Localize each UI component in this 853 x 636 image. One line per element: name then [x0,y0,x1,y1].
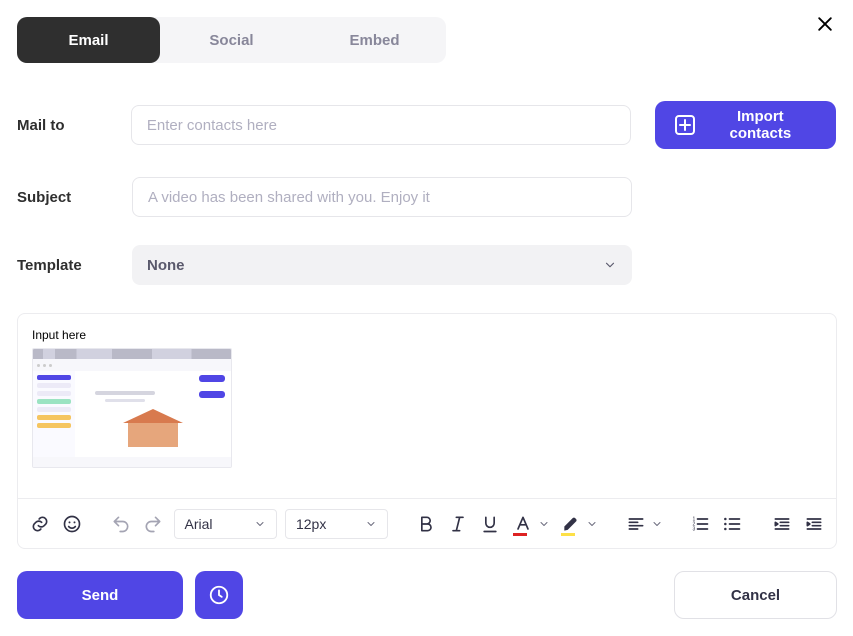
cancel-button[interactable]: Cancel [674,571,837,619]
chevron-down-icon [651,518,663,530]
font-size-select[interactable]: 12px [285,509,388,539]
svg-text:3: 3 [693,526,696,532]
ordered-list-icon: 123 [690,514,710,534]
unordered-list-icon [722,514,742,534]
align-button[interactable] [623,511,663,537]
tab-email[interactable]: Email [17,17,160,63]
tab-social[interactable]: Social [160,17,303,63]
ordered-list-button[interactable]: 123 [688,511,712,537]
subject-input[interactable] [132,177,632,217]
highlight-icon [561,514,581,534]
editor: Input here [17,313,837,549]
font-family-select[interactable]: Arial [174,509,277,539]
undo-icon [111,514,131,534]
emoji-icon [62,514,82,534]
mail-to-label: Mail to [17,117,131,134]
close-icon [815,14,835,34]
outdent-icon [772,514,792,534]
chevron-down-icon [538,518,550,530]
mail-to-input[interactable] [131,105,631,145]
italic-icon [448,514,468,534]
italic-button[interactable] [446,511,470,537]
template-label: Template [17,257,132,274]
bold-icon [416,514,436,534]
redo-icon [143,514,163,534]
link-icon [30,514,50,534]
text-color-icon [513,514,533,534]
import-contacts-label: Import contacts [705,108,816,142]
close-button[interactable] [815,14,835,39]
template-selected-value: None [147,257,185,274]
schedule-button[interactable] [195,571,243,619]
subject-label: Subject [17,189,132,206]
bold-button[interactable] [414,511,438,537]
editor-placeholder: Input here [32,328,822,342]
chevron-down-icon [586,518,598,530]
editor-toolbar: Arial 12px [18,498,836,548]
chevron-down-icon [365,518,377,530]
tab-embed[interactable]: Embed [303,17,446,63]
video-thumbnail[interactable] [32,348,232,468]
chevron-down-icon [254,518,266,530]
text-color-button[interactable] [510,511,550,537]
link-button[interactable] [28,511,52,537]
chevron-down-icon [603,258,617,272]
outdent-button[interactable] [770,511,794,537]
font-size-value: 12px [296,516,326,532]
import-contacts-button[interactable]: Import contacts [655,101,836,149]
template-select[interactable]: None [132,245,632,285]
indent-button[interactable] [802,511,826,537]
underline-icon [480,514,500,534]
clock-icon [208,584,230,606]
underline-button[interactable] [478,511,502,537]
unordered-list-button[interactable] [720,511,744,537]
align-left-icon [626,514,646,534]
plus-icon [675,115,695,135]
editor-content[interactable]: Input here [18,314,836,498]
send-button[interactable]: Send [17,571,183,619]
emoji-button[interactable] [60,511,84,537]
highlight-color-button[interactable] [558,511,598,537]
indent-icon [804,514,824,534]
undo-button[interactable] [109,511,133,537]
redo-button[interactable] [141,511,165,537]
share-tabs: Email Social Embed [17,17,446,63]
font-family-value: Arial [185,516,213,532]
